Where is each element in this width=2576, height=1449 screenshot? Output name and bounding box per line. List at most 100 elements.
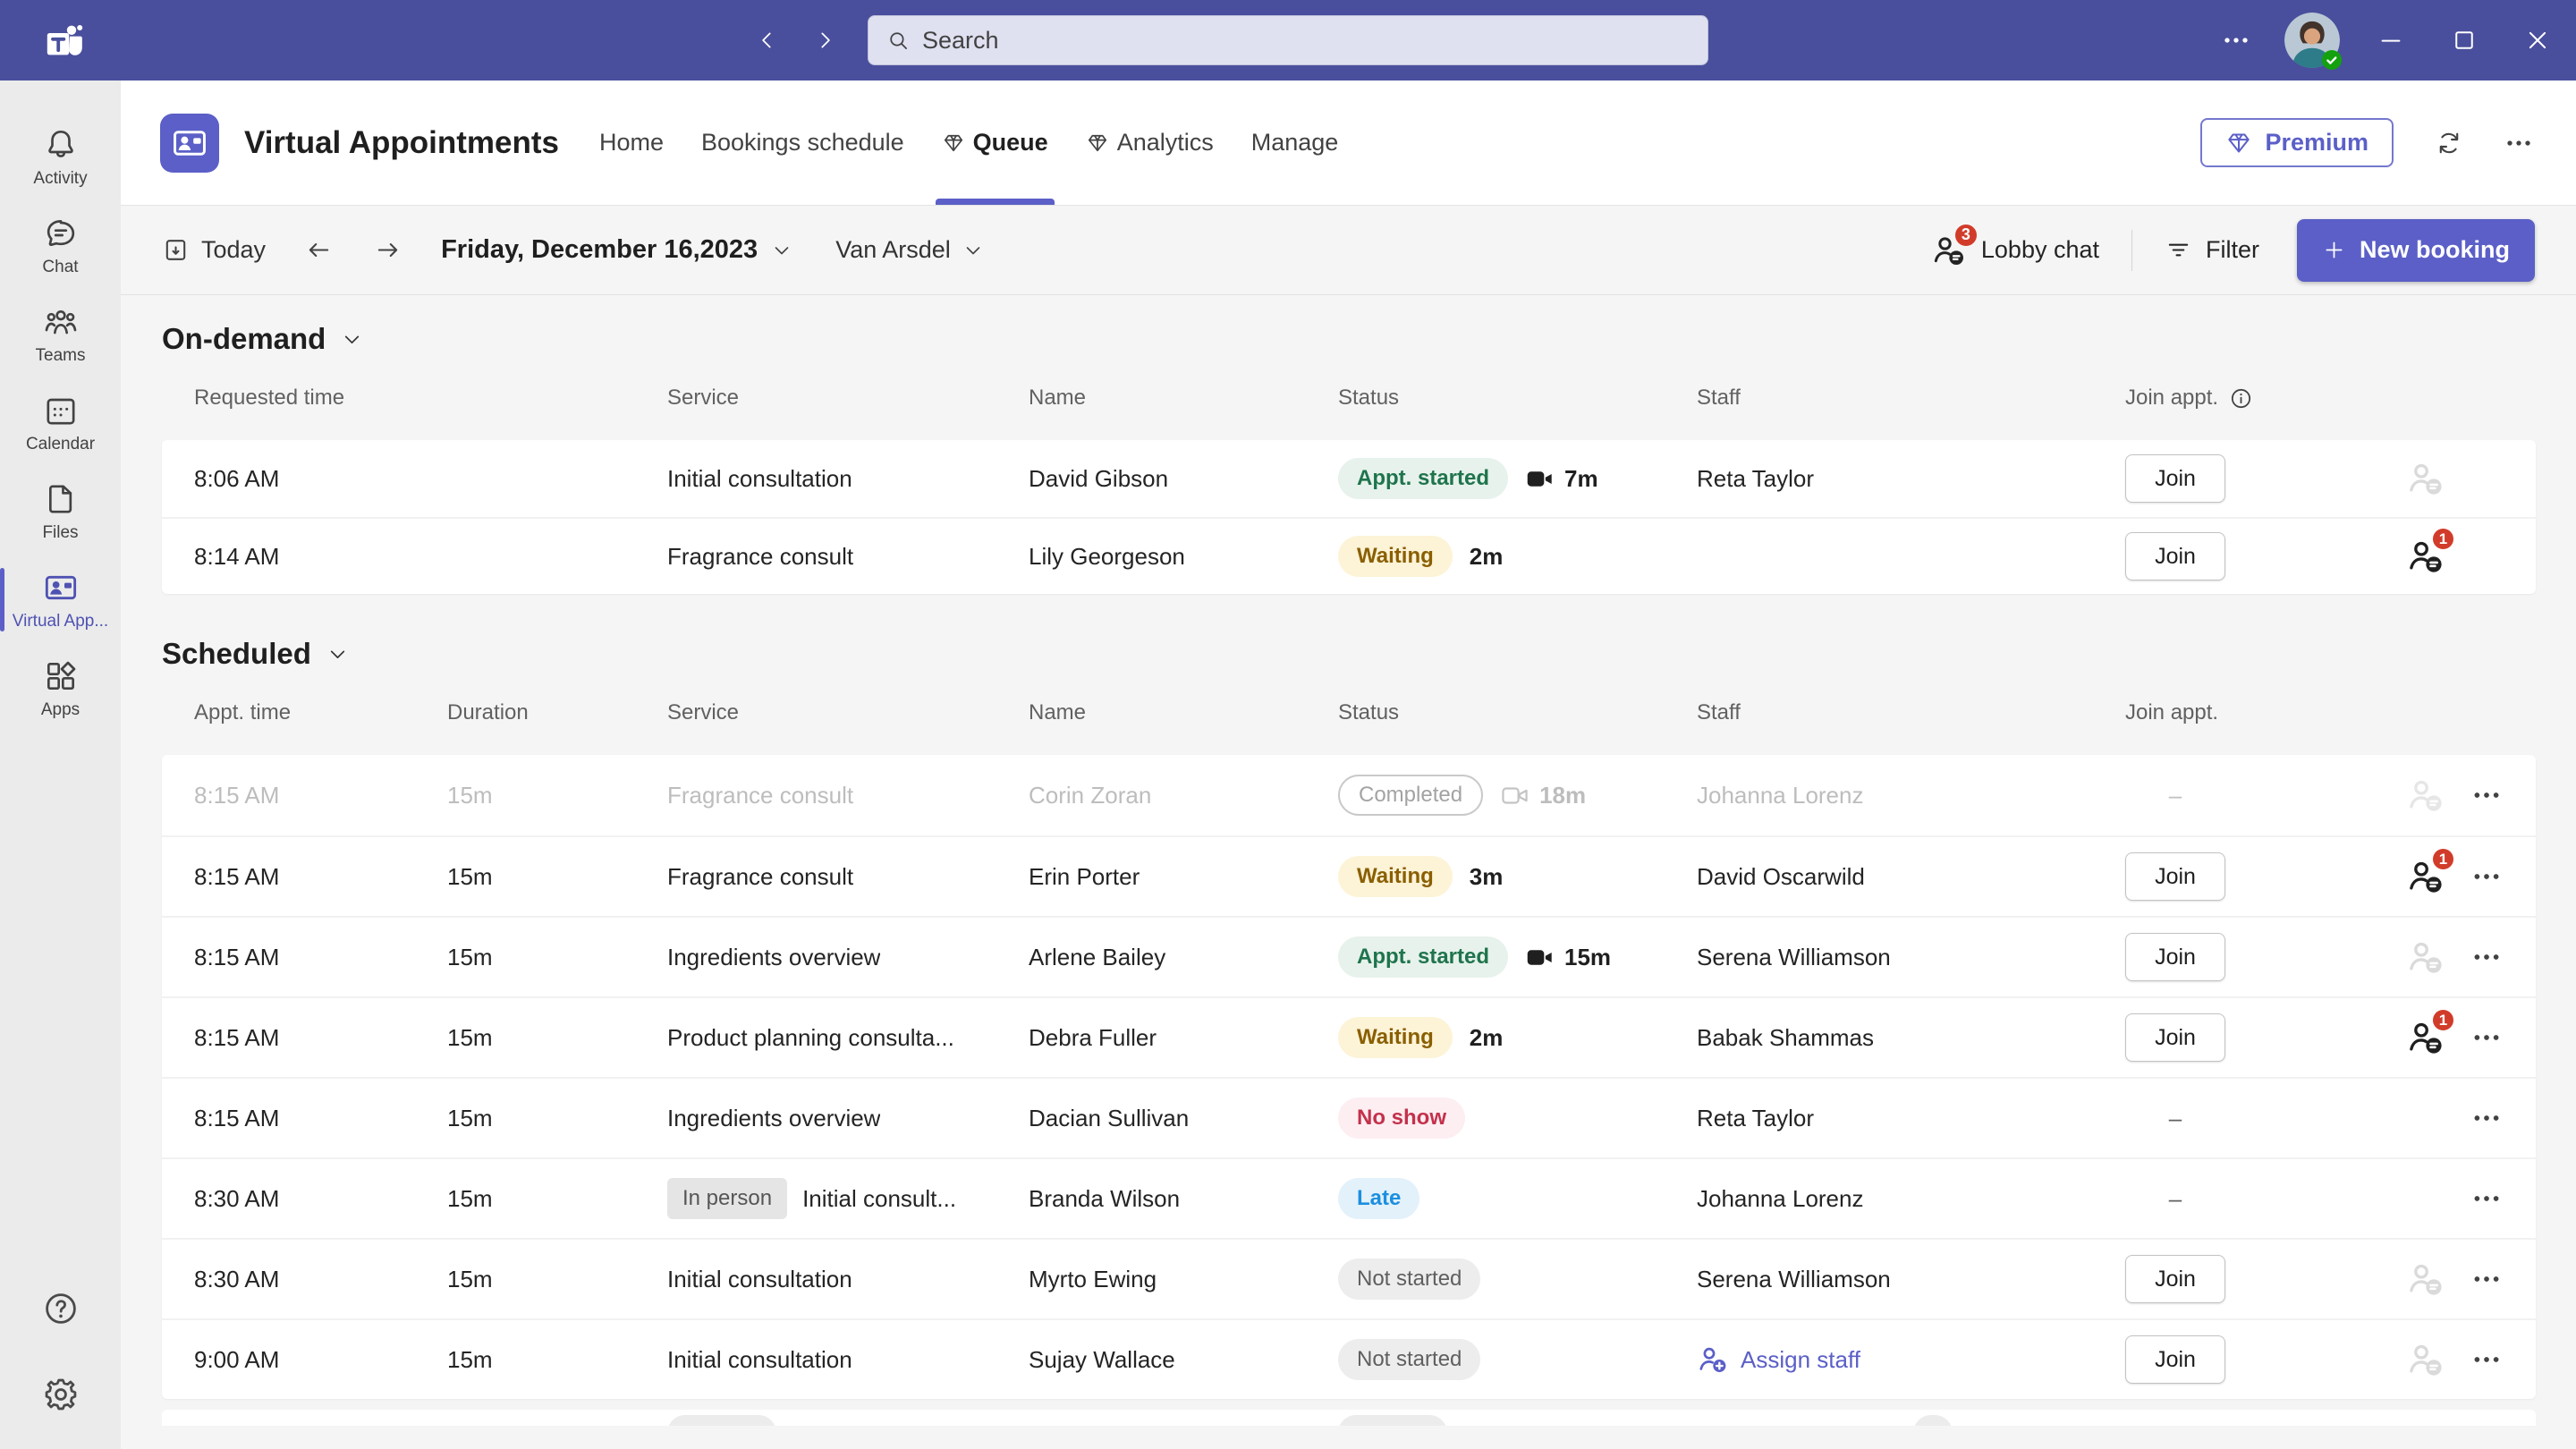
organization-picker[interactable]: Van Arsdel	[835, 236, 984, 264]
refresh-icon[interactable]	[2435, 129, 2463, 157]
cell-duration: 15m	[447, 1345, 493, 1373]
tab-queue[interactable]: Queue	[923, 80, 1067, 205]
filter-button[interactable]: Filter	[2165, 236, 2259, 264]
row-menu-icon[interactable]	[2471, 1022, 2502, 1053]
teams-titlebar	[0, 0, 2576, 80]
status-badge: Appt. started	[1338, 458, 1509, 499]
join-button[interactable]: Join	[2125, 532, 2225, 580]
previous-day-icon[interactable]	[305, 236, 333, 264]
section-ondemand[interactable]: On-demand	[162, 322, 2536, 356]
cell-name: David Gibson	[1029, 464, 1169, 492]
join-button[interactable]: Join	[2125, 933, 2225, 981]
row-menu-icon[interactable]	[2471, 1264, 2502, 1294]
premium-button[interactable]: Premium	[2200, 118, 2394, 167]
join-button[interactable]: Join	[2125, 454, 2225, 503]
row-menu-icon[interactable]	[2471, 1183, 2502, 1214]
cell-join: Join	[2125, 454, 2406, 503]
sidebar-item-teams[interactable]: Teams	[0, 290, 121, 378]
cell-attendee: 1	[2406, 1008, 2471, 1057]
cell-join: Join	[2125, 1255, 2406, 1303]
today-button[interactable]: Today	[162, 236, 266, 264]
cell-menu	[2471, 1344, 2504, 1375]
service-name: Fragrance consult	[667, 542, 854, 570]
assign-staff-button[interactable]: Assign staff	[1697, 1343, 1860, 1376]
person-chat-icon	[2406, 459, 2445, 498]
join-button[interactable]: Join	[2125, 1335, 2225, 1384]
minimize-button[interactable]	[2377, 27, 2404, 54]
cell-staff: Reta Taylor	[1697, 464, 1815, 492]
app-more-icon[interactable]	[2504, 129, 2533, 157]
scheduled-table: 8:15 AM 15m Fragrance consult Corin Zoran Co…	[162, 755, 2536, 1399]
attendee-status-icon[interactable]: 1	[2406, 847, 2455, 896]
service-name: Initial consultation	[667, 1265, 852, 1292]
cell-service: Ingredients overview	[667, 944, 1029, 971]
sidebar-item-activity[interactable]: Activity	[0, 113, 121, 201]
back-icon[interactable]	[756, 29, 779, 52]
help-icon[interactable]	[42, 1290, 80, 1327]
attendee-status-icon	[2406, 1340, 2445, 1379]
cell-join: Join	[2125, 933, 2406, 981]
maximize-button[interactable]	[2451, 27, 2478, 54]
status-badge: Not started	[1338, 1258, 1481, 1300]
cell-service: Fragrance consult	[667, 543, 1029, 571]
status-badge: Appt. started	[1338, 936, 1509, 978]
cell-duration: 15m	[447, 781, 493, 809]
join-button[interactable]: Join	[2125, 1255, 2225, 1303]
cell-menu	[2471, 1103, 2504, 1133]
settings-gear-icon[interactable]	[42, 1376, 80, 1413]
row-menu-icon[interactable]	[2471, 861, 2502, 892]
table-row: 8:15 AM 15m Fragrance consult Corin Zoran Co…	[162, 755, 2536, 835]
cell-service: Initial consultation	[667, 1346, 1029, 1374]
bell-icon	[43, 127, 79, 163]
service-name: Initial consultation	[667, 1345, 852, 1373]
cell-attendee: 1	[2406, 527, 2504, 576]
column-header-duration: Duration	[447, 700, 529, 724]
attendee-status-icon[interactable]: 1	[2406, 1008, 2455, 1057]
row-menu-icon[interactable]	[2471, 942, 2502, 972]
forward-icon[interactable]	[813, 29, 836, 52]
sidebar-item-apps[interactable]: Apps	[0, 644, 121, 733]
join-button[interactable]: Join	[2125, 852, 2225, 901]
sidebar-item-chat[interactable]: Chat	[0, 201, 121, 290]
service-name: Initial consultation	[667, 464, 852, 492]
close-button[interactable]	[2524, 27, 2551, 54]
sidebar-item-files[interactable]: Files	[0, 467, 121, 555]
tab-manage[interactable]: Manage	[1233, 80, 1358, 205]
status-elapsed: 18m	[1500, 781, 1586, 810]
next-row-stub	[1913, 1415, 1953, 1426]
cell-time: 8:15 AM	[194, 943, 280, 970]
tab-label: Queue	[972, 129, 1048, 156]
tab-bookings-schedule[interactable]: Bookings schedule	[682, 80, 923, 205]
section-scheduled[interactable]: Scheduled	[162, 637, 2536, 671]
avatar[interactable]	[2284, 13, 2342, 70]
chevron-down-icon	[326, 643, 349, 665]
tab-label: Analytics	[1116, 129, 1214, 156]
date-picker[interactable]: Friday, December 16,2023	[441, 235, 792, 265]
section-scheduled-title: Scheduled	[162, 637, 311, 670]
attendee-status-icon[interactable]: 1	[2406, 527, 2455, 576]
row-menu-icon[interactable]	[2471, 1344, 2502, 1375]
virtual-appointments-app-icon	[160, 113, 219, 173]
sidebar-item-virtual-appointments[interactable]: Virtual App...	[0, 555, 121, 644]
cell-join: Join	[2125, 1013, 2406, 1062]
join-button[interactable]: Join	[2125, 1013, 2225, 1062]
table-row: 8:15 AM 15m Product planning consulta... De…	[162, 996, 2536, 1077]
next-day-icon[interactable]	[374, 236, 402, 264]
attendee-status-icon	[2406, 459, 2445, 498]
row-menu-icon[interactable]	[2471, 780, 2502, 810]
titlebar-more-icon[interactable]	[2222, 26, 2250, 55]
row-menu-icon[interactable]	[2471, 1103, 2502, 1133]
elapsed-time: 2m	[1469, 1023, 1504, 1051]
new-booking-button[interactable]: New booking	[2297, 218, 2535, 282]
search-input[interactable]	[922, 26, 1690, 55]
cell-join: Join	[2125, 852, 2406, 901]
sidebar-item-calendar[interactable]: Calendar	[0, 378, 121, 467]
column-header-staff: Staff	[1697, 386, 1741, 410]
search-box[interactable]	[868, 15, 1708, 65]
info-icon[interactable]	[2229, 386, 2253, 411]
tab-analytics[interactable]: Analytics	[1067, 80, 1233, 205]
lobby-chat-button[interactable]: 3 Lobby chat	[1931, 222, 2099, 268]
tab-home[interactable]: Home	[580, 80, 682, 205]
cell-service: Product planning consulta...	[667, 1024, 1029, 1052]
cell-name: Sujay Wallace	[1029, 1345, 1175, 1373]
